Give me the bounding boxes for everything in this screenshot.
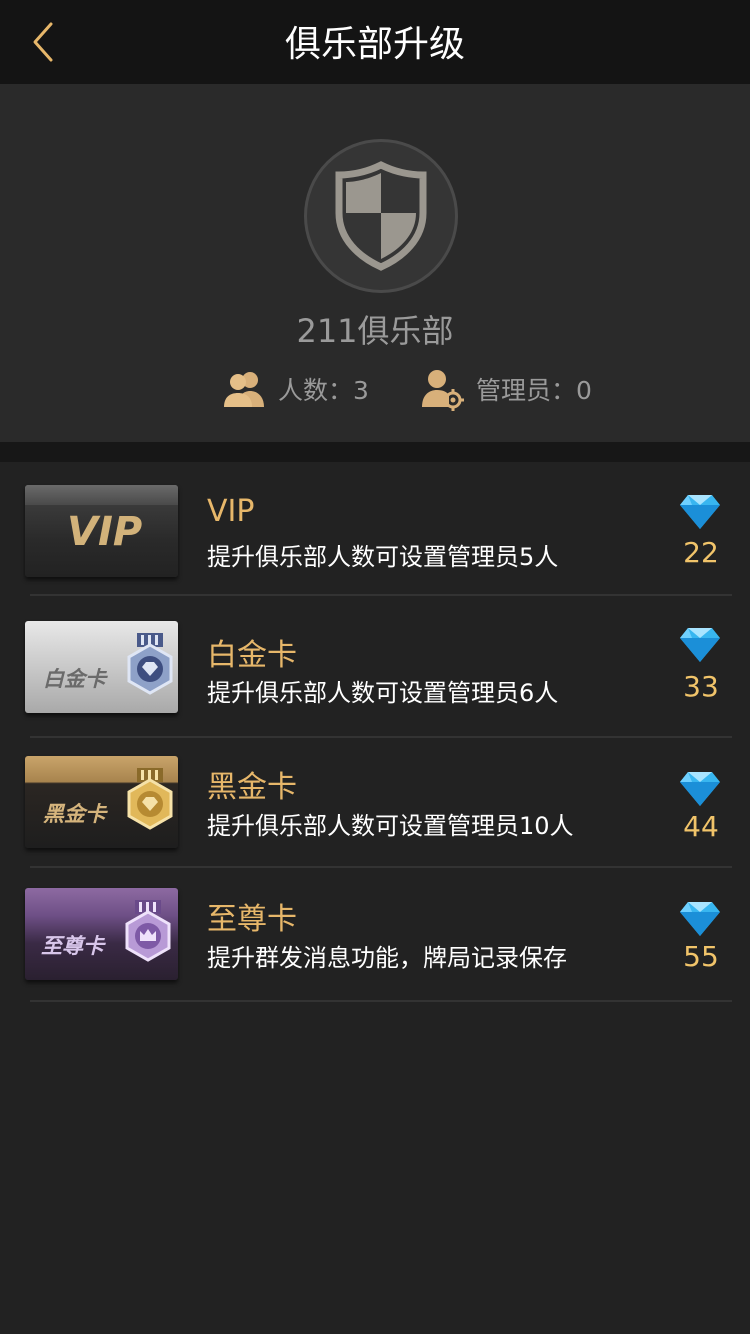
item-desc: 提升俱乐部人数可设置管理员5人 [207, 543, 559, 571]
medal-icon [127, 633, 173, 695]
list-item[interactable]: 白金卡 白金卡 提升俱乐部人数可设置管理员6人 33 [0, 596, 750, 738]
club-avatar [304, 139, 458, 293]
club-header: 211俱乐部 人数：3 管理员：0 [0, 84, 750, 442]
list-item[interactable]: VIP VIP 提升俱乐部人数可设置管理员5人 22 [0, 462, 750, 596]
price-value: 22 [683, 536, 719, 569]
user-gear-icon [422, 370, 464, 411]
diamond-icon [680, 628, 720, 662]
price-value: 55 [683, 940, 719, 973]
members-count: 人数：3 [222, 366, 369, 412]
medal-icon [125, 900, 171, 962]
section-divider [0, 442, 750, 462]
upgrade-list: VIP VIP 提升俱乐部人数可设置管理员5人 22 白金卡 白金卡 提升俱乐部… [0, 462, 750, 1002]
medal-icon [127, 768, 173, 830]
item-desc: 提升群发消息功能，牌局记录保存 [207, 944, 567, 972]
item-desc: 提升俱乐部人数可设置管理员10人 [207, 812, 574, 840]
item-title: 白金卡 [207, 638, 297, 673]
card-label: 白金卡 [43, 667, 106, 691]
list-item[interactable]: 黑金卡 黑金卡 提升俱乐部人数可设置管理员10人 44 [0, 738, 750, 868]
item-title: VIP [207, 494, 255, 529]
vip-card-image: VIP [25, 485, 178, 577]
platinum-card-image: 白金卡 [25, 621, 178, 713]
members-label: 人数：3 [278, 376, 369, 405]
blackgold-card-image: 黑金卡 [25, 756, 178, 848]
users-icon [224, 372, 264, 407]
diamond-icon [680, 902, 720, 936]
divider [30, 1000, 732, 1002]
diamond-icon [680, 772, 720, 806]
card-label: VIP [67, 509, 143, 555]
shield-icon [335, 161, 427, 271]
diamond-icon [680, 495, 720, 529]
admins-label: 管理员：0 [476, 376, 592, 405]
supreme-card-image: 至尊卡 [25, 888, 178, 980]
card-label: 至尊卡 [41, 934, 104, 958]
club-name: 211俱乐部 [296, 312, 454, 350]
price-value: 33 [683, 670, 719, 703]
page-title: 俱乐部升级 [284, 24, 465, 65]
item-title: 至尊卡 [207, 902, 297, 937]
list-item[interactable]: 至尊卡 至尊卡 提升群发消息功能，牌局记录保存 55 [0, 868, 750, 1002]
price-value: 44 [683, 810, 719, 843]
item-title: 黑金卡 [207, 770, 297, 805]
card-label: 黑金卡 [43, 802, 106, 826]
admins-count: 管理员：0 [420, 366, 592, 412]
item-desc: 提升俱乐部人数可设置管理员6人 [207, 679, 559, 707]
navbar: 俱乐部升级 [0, 0, 750, 84]
